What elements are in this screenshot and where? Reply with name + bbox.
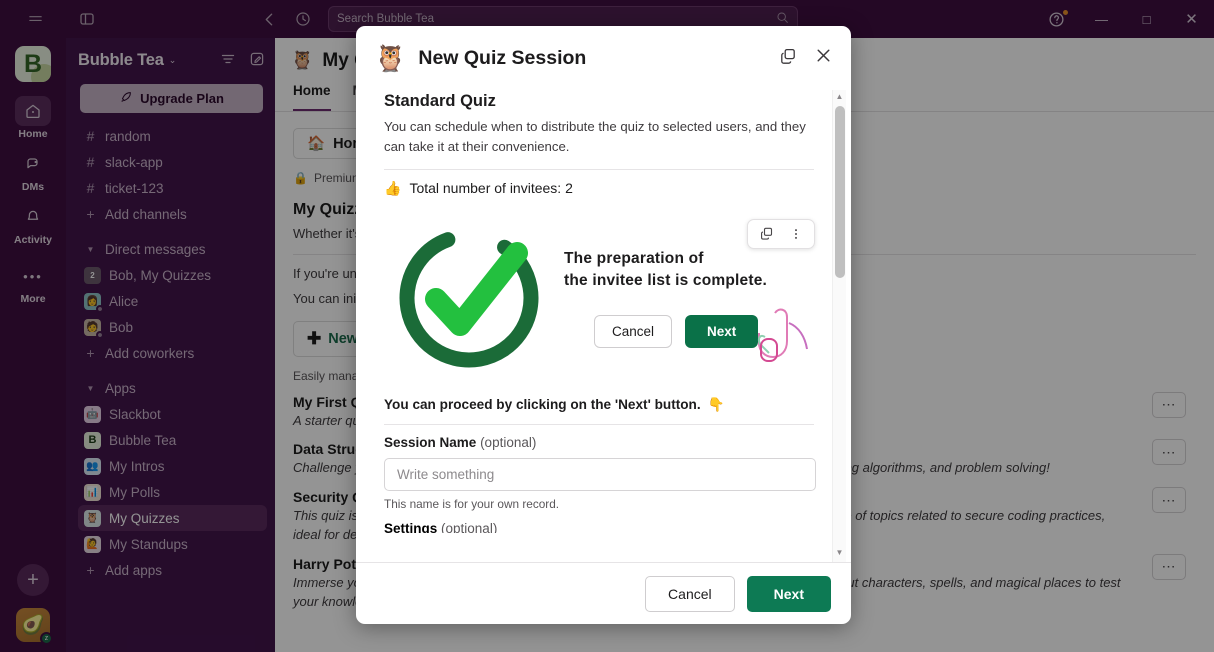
- scrollbar-thumb[interactable]: [835, 106, 845, 278]
- green-check-circle-icon: [384, 213, 554, 383]
- owl-icon: 🦉: [374, 42, 407, 73]
- session-name-label: Session Name (optional): [384, 435, 831, 450]
- illustration-cancel-button: Cancel: [594, 314, 673, 348]
- hand-pointer-icon: [745, 293, 815, 373]
- illustration-headline-1: The preparation of: [564, 249, 704, 267]
- settings-optional: (optional): [441, 520, 498, 533]
- proceed-hint: You can proceed by clicking on the 'Next…: [384, 397, 831, 413]
- divider: [384, 168, 814, 170]
- settings-label-text: Settings: [384, 520, 438, 533]
- scroll-down-arrow[interactable]: ▼: [836, 546, 844, 560]
- point-down-icon: 👇: [707, 396, 725, 412]
- illustration-headline-2: the invitee list is complete.: [564, 272, 768, 290]
- workspace-initial: B: [23, 49, 43, 78]
- session-name-placeholder: Write something: [397, 466, 495, 482]
- close-icon[interactable]: [814, 46, 833, 70]
- divider: [384, 423, 814, 425]
- invitees-count: 👍 Total number of invitees: 2: [384, 180, 831, 197]
- standard-quiz-title: Standard Quiz: [384, 92, 496, 110]
- session-name-optional: (optional): [480, 434, 537, 450]
- cancel-button[interactable]: Cancel: [645, 575, 735, 612]
- settings-label: Settings (optional): [384, 521, 831, 533]
- dialog-header: 🦉 New Quiz Session: [356, 26, 851, 90]
- next-button[interactable]: Next: [746, 575, 831, 612]
- dialog-footer: Cancel Next: [356, 562, 851, 624]
- proceed-hint-text: You can proceed by clicking on the 'Next…: [384, 397, 701, 413]
- thumbs-up-icon: 👍: [384, 179, 402, 196]
- dialog-scrollbar[interactable]: ▲ ▼: [832, 90, 846, 562]
- app-window: Search Bubble Tea — □ ✕ B Home DMs Activ…: [0, 0, 1214, 652]
- session-name-input[interactable]: Write something: [384, 457, 816, 491]
- dialog-header-actions: [779, 46, 833, 70]
- standard-quiz-desc: You can schedule when to distribute the …: [384, 119, 806, 155]
- dialog-title: New Quiz Session: [418, 46, 587, 69]
- illustration-block: The preparation of the invitee list is c…: [384, 209, 831, 387]
- image-hover-toolbar: [747, 218, 815, 249]
- session-name-help: This name is for your own record.: [384, 496, 560, 511]
- scroll-up-arrow[interactable]: ▲: [836, 90, 844, 104]
- more-vertical-icon[interactable]: [783, 221, 809, 247]
- dialog-body: ▲ ▼ Standard Quiz You can schedule when …: [356, 90, 851, 562]
- new-quiz-session-dialog: 🦉 New Quiz Session ▲ ▼ Standard Quiz You…: [356, 26, 851, 624]
- session-name-label-text: Session Name: [384, 434, 477, 450]
- copy-icon[interactable]: [779, 47, 797, 70]
- invitees-count-label: Total number of invitees: 2: [409, 180, 573, 197]
- copy-icon[interactable]: [753, 221, 779, 247]
